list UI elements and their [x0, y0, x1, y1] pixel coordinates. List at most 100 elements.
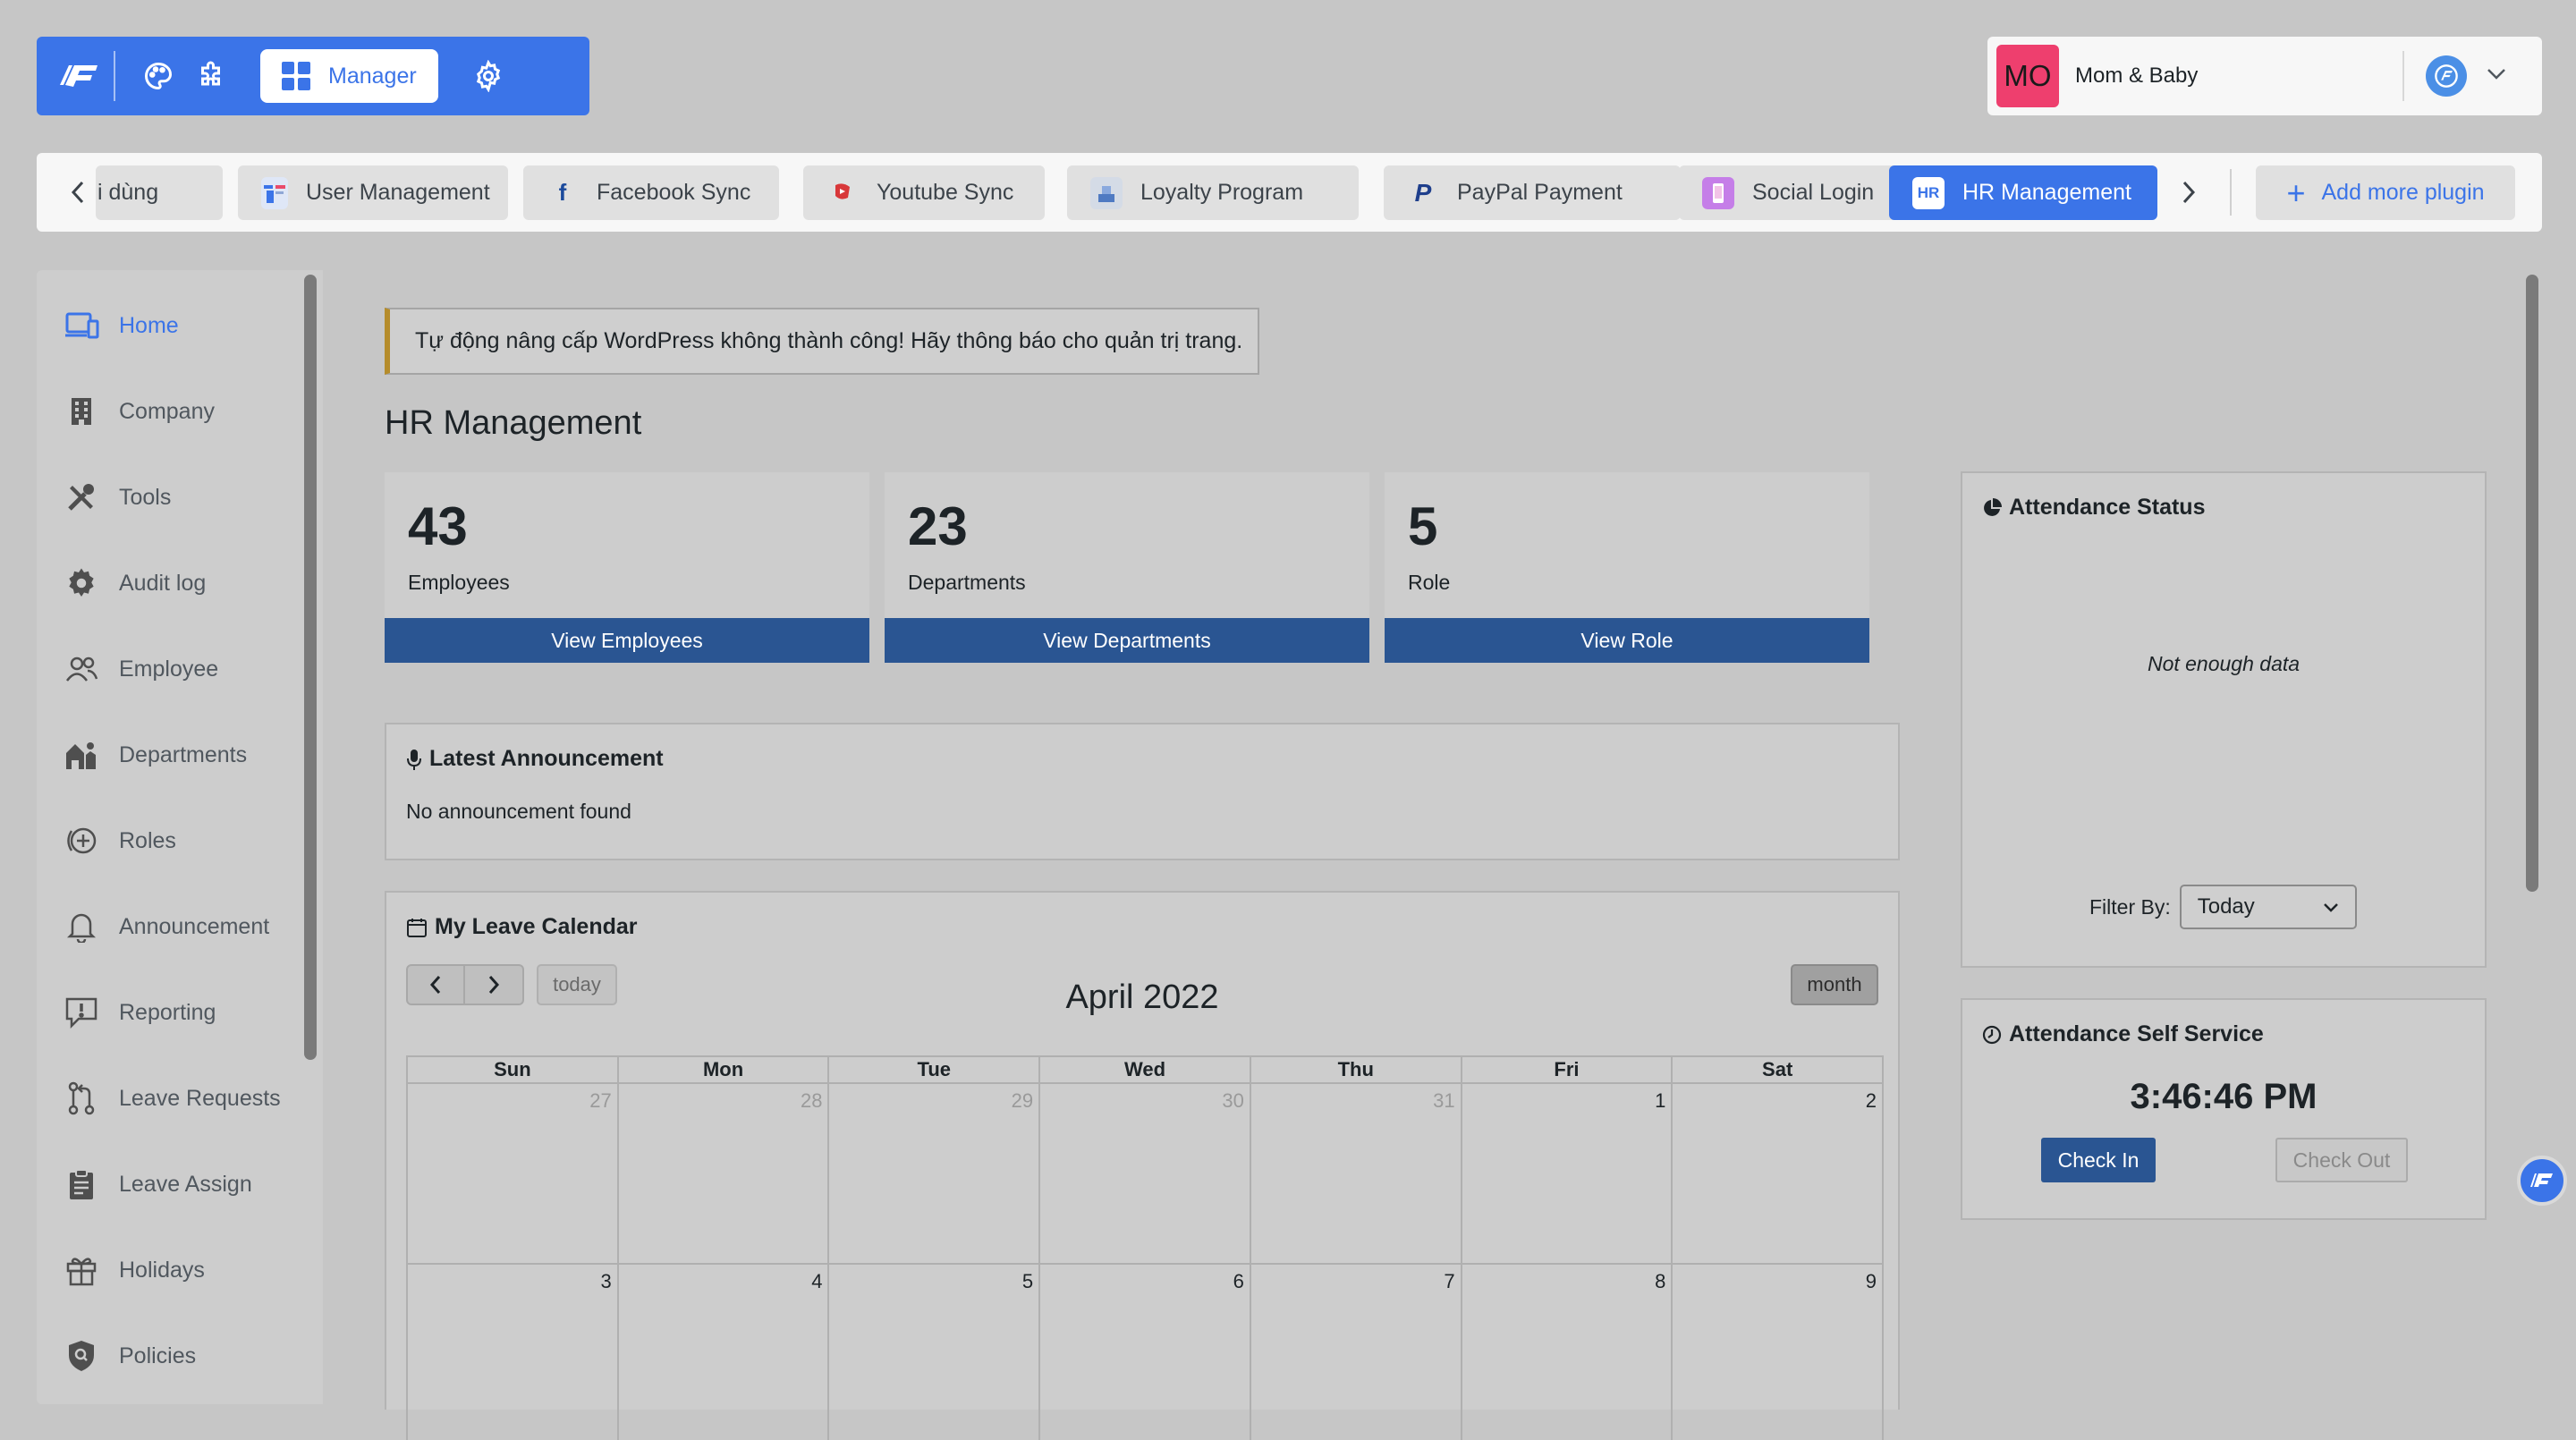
monitor-icon [62, 306, 101, 345]
sidebar-item-employee[interactable]: Employee [37, 626, 305, 712]
view-role-button[interactable]: View Role [1385, 618, 1869, 663]
calendar-day[interactable]: 28 [619, 1084, 830, 1263]
sidebar-item-announcement[interactable]: Announcement [37, 884, 305, 970]
studio-logo-icon[interactable] [53, 49, 106, 103]
calendar-day[interactable]: 29 [829, 1084, 1041, 1263]
pull-request-icon [62, 1079, 101, 1118]
chevron-left-icon[interactable] [60, 174, 96, 210]
tools-icon [62, 478, 101, 517]
plugin-tab-youtube-sync[interactable]: Youtube Sync [803, 165, 1045, 220]
view-departments-button[interactable]: View Departments [885, 618, 1369, 663]
calendar-day[interactable]: 8 [1462, 1265, 1674, 1440]
grid-icon [282, 62, 310, 90]
sidebar-item-policies[interactable]: Policies [37, 1313, 305, 1399]
plugin-tab-bar: i dùng User Management f Facebook Sync Y… [37, 153, 2542, 232]
plugin-tab-loyalty-program[interactable]: Loyalty Program [1067, 165, 1359, 220]
departments-count: 23 [908, 496, 968, 556]
calendar-day[interactable]: 1 [1462, 1084, 1674, 1263]
chevron-down-icon[interactable] [2487, 68, 2506, 85]
bell-icon [62, 907, 101, 946]
roles-icon [62, 821, 101, 860]
plugin-tab-user-management[interactable]: User Management [238, 165, 508, 220]
clipboard-icon [62, 1165, 101, 1204]
sidebar-item-reporting[interactable]: Reporting [37, 970, 305, 1055]
sidebar-item-tools[interactable]: Tools [37, 454, 305, 540]
chat-support-icon[interactable] [2517, 1156, 2567, 1206]
plugin-tab-hr-management[interactable]: HR HR Management [1889, 165, 2157, 220]
sidebar-item-holidays[interactable]: Holidays [37, 1227, 305, 1313]
paypal-icon: P [1414, 178, 1432, 207]
sidebar-item-roles[interactable]: Roles [37, 798, 305, 884]
puzzle-icon[interactable] [185, 49, 239, 103]
calendar-day[interactable]: 30 [1040, 1084, 1251, 1263]
view-employees-button[interactable]: View Employees [385, 618, 869, 663]
weekday-mon: Mon [619, 1057, 830, 1082]
site-name: Mom & Baby [2075, 64, 2199, 88]
sidebar-item-home[interactable]: Home [37, 283, 305, 368]
calendar-day[interactable]: 4 [619, 1265, 830, 1440]
shield-icon [62, 1336, 101, 1376]
microphone-icon [406, 748, 422, 771]
sidebar-item-leave-assign[interactable]: Leave Assign [37, 1141, 305, 1227]
chevron-down-icon [2323, 894, 2339, 919]
employees-label: Employees [408, 571, 510, 594]
site-avatar: MO [1996, 45, 2059, 107]
plugin-tab-partial[interactable]: i dùng [96, 165, 223, 220]
users-icon [62, 649, 101, 689]
add-plugin-button[interactable]: + Add more plugin [2256, 165, 2515, 220]
calendar-weekday-header: Sun Mon Tue Wed Thu Fri Sat [406, 1055, 1884, 1084]
palette-icon[interactable] [131, 49, 185, 103]
building-icon [62, 392, 101, 431]
gear-icon[interactable] [462, 49, 515, 103]
announcement-empty: No announcement found [406, 800, 631, 823]
user-management-icon [261, 176, 288, 209]
sidebar-item-departments[interactable]: Departments [37, 712, 305, 798]
plugin-tab-facebook-sync[interactable]: f Facebook Sync [523, 165, 779, 220]
attendance-empty-message: Not enough data [2147, 652, 2301, 675]
wordpress-logo-icon[interactable] [2426, 55, 2467, 97]
check-out-button[interactable]: Check Out [2275, 1138, 2408, 1182]
calendar-day[interactable]: 9 [1673, 1265, 1882, 1440]
weekday-fri: Fri [1462, 1057, 1674, 1082]
facebook-icon: f [558, 179, 567, 206]
sidebar-item-company[interactable]: Company [37, 368, 305, 454]
plugin-tab-social-login[interactable]: Social Login [1679, 165, 1902, 220]
sidebar-scrollbar[interactable] [304, 275, 317, 1060]
calendar-icon [406, 917, 428, 938]
youtube-icon [826, 177, 859, 209]
report-icon [62, 993, 101, 1032]
update-notice: Tự động nâng cấp WordPress không thành c… [385, 308, 1259, 375]
role-label: Role [1408, 571, 1451, 594]
leave-calendar-panel: My Leave Calendar today April 2022 month… [385, 891, 1900, 1440]
site-switcher[interactable]: MO Mom & Baby [1987, 37, 2542, 115]
role-card: 5 Role View Role [1385, 472, 1869, 663]
toolbar-divider [114, 51, 115, 101]
calendar-day[interactable]: 31 [1251, 1084, 1462, 1263]
departments-icon [62, 735, 101, 775]
employees-card: 43 Employees View Employees [385, 472, 869, 663]
calendar-month-view-button[interactable]: month [1791, 964, 1878, 1005]
calendar-day[interactable]: 7 [1251, 1265, 1462, 1440]
attendance-self-service-panel: Attendance Self Service 3:46:46 PM Check… [1961, 998, 2487, 1220]
calendar-day[interactable]: 5 [829, 1265, 1041, 1440]
calendar-day[interactable]: 6 [1040, 1265, 1251, 1440]
weekday-tue: Tue [829, 1057, 1041, 1082]
main-scrollbar[interactable] [2526, 275, 2538, 892]
announcement-heading: Latest Announcement [406, 746, 664, 772]
sidebar-item-leave-requests[interactable]: Leave Requests [37, 1055, 305, 1141]
page-title: HR Management [385, 404, 642, 442]
calendar-day[interactable]: 2 [1673, 1084, 1882, 1263]
chevron-right-icon[interactable] [2171, 174, 2207, 210]
plugin-tab-paypal-payment[interactable]: P PayPal Payment [1384, 165, 1681, 220]
filter-select[interactable]: Today [2179, 885, 2357, 929]
filter-label: Filter By: [2089, 894, 2171, 919]
manager-button[interactable]: Manager [260, 49, 438, 103]
sidebar-item-audit-log[interactable]: Audit log [37, 540, 305, 626]
calendar-heading: My Leave Calendar [406, 914, 638, 940]
calendar-day[interactable]: 27 [408, 1084, 619, 1263]
calendar-day[interactable]: 3 [408, 1265, 619, 1440]
gift-icon [62, 1250, 101, 1290]
clock-icon [1982, 1025, 2002, 1045]
manager-label: Manager [328, 63, 417, 89]
check-in-button[interactable]: Check In [2041, 1138, 2156, 1182]
